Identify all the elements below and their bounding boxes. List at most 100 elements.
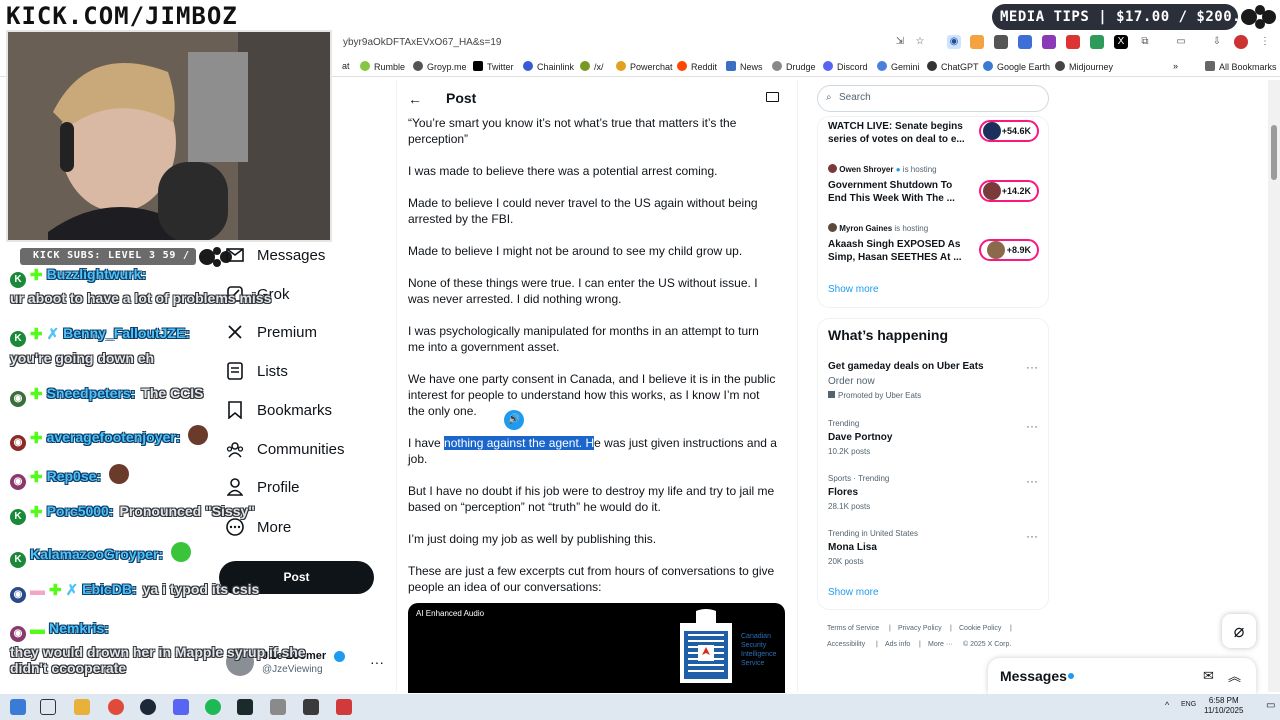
chatgpt-icon (927, 61, 937, 71)
task-view-icon[interactable] (40, 699, 56, 715)
back-arrow-icon[interactable]: ← (408, 91, 422, 107)
file-explorer-icon[interactable] (74, 699, 90, 715)
footer-link[interactable]: Cookie Policy (959, 625, 1001, 632)
stream-url: KICK.COM/JIMBOZ (6, 2, 238, 30)
live-title[interactable]: WATCH LIVE: Senate begins series of vote… (828, 120, 968, 146)
communities-icon (226, 440, 244, 458)
bookmark-item[interactable]: Google Earth (983, 61, 1050, 72)
language-indicator[interactable]: ENG (1181, 701, 1196, 708)
bookmark-item[interactable]: Gemini (877, 61, 920, 72)
sidepanel-icon[interactable]: ▭ (1174, 35, 1188, 49)
account-menu-icon[interactable]: ··· (370, 654, 384, 670)
bookmark-item[interactable]: Powerchat (616, 61, 673, 72)
compose-message-icon[interactable]: ✉ (1203, 668, 1214, 684)
bookmark-item[interactable]: Drudge (772, 61, 816, 72)
menu-icon[interactable]: ⋮ (1258, 35, 1272, 49)
trend-posts: 20K posts (828, 557, 864, 566)
footer-link[interactable]: More ··· (928, 641, 953, 648)
sidebar-item-messages[interactable]: Messages (226, 242, 325, 268)
more-icon[interactable]: ··· (1026, 474, 1038, 488)
extension-icon[interactable] (1090, 35, 1104, 49)
sidebar-item-profile[interactable]: Profile (226, 474, 300, 500)
bookmark-item[interactable]: Rumble (360, 61, 405, 72)
x-logo-icon (226, 323, 244, 341)
taskbar (0, 694, 1280, 720)
footer-link[interactable]: Privacy Policy (898, 625, 942, 632)
extension-icon[interactable] (1042, 35, 1056, 49)
chat-message: ◉ ▬ Nemkris: (10, 620, 109, 642)
live-title[interactable]: Government Shutdown To End This Week Wit… (828, 179, 968, 205)
bookmark-item[interactable]: All Bookmarks (1205, 61, 1277, 72)
steam-icon[interactable] (140, 699, 156, 715)
chat-message-text: ur aboot to have a lot of problems miss (10, 290, 272, 306)
more-icon[interactable]: ··· (1026, 360, 1038, 374)
tray-chevron-icon[interactable]: ^ (1165, 700, 1169, 710)
promo-title[interactable]: Get gameday deals on Uber Eats (828, 361, 984, 372)
sidebar-item-lists[interactable]: Lists (226, 358, 288, 384)
chevron-up-icon[interactable]: ︽ (1228, 666, 1241, 685)
live-title[interactable]: Akaash Singh EXPOSED As Simp, Hasan SEET… (828, 238, 968, 264)
trend-name[interactable]: Mona Lisa (828, 542, 877, 553)
footer-link[interactable]: Ads info (885, 641, 910, 648)
extension-icon[interactable] (1018, 35, 1032, 49)
sub-badge-icon: ✚ (30, 430, 43, 447)
bookmark-item[interactable]: /x/ (580, 61, 604, 72)
trend-posts: 10.2K posts (828, 447, 871, 456)
bookmark-item[interactable]: Reddit (677, 61, 717, 72)
bookmark-item[interactable]: News (726, 61, 763, 72)
star-icon[interactable]: ☆ (913, 35, 927, 49)
sidebar-item-premium[interactable]: Premium (226, 319, 317, 345)
x-extension-icon[interactable]: X (1114, 35, 1128, 49)
metamask-icon[interactable] (970, 35, 984, 49)
avatar[interactable] (1234, 35, 1248, 49)
bookmark-item[interactable]: Midjourney (1055, 61, 1113, 72)
puzzle-icon[interactable]: ⧉ (1138, 35, 1152, 49)
bookmark-item[interactable]: ChatGPT (927, 61, 979, 72)
install-icon[interactable]: ⇲ (893, 35, 907, 49)
url-field[interactable]: ybyr9aOkDFTAxEVxO67_HA&s=19 (343, 37, 502, 48)
trend-name[interactable]: Dave Portnoy (828, 432, 892, 443)
footer-divider: | (1010, 625, 1012, 632)
chevron-right-icon[interactable]: » (1173, 61, 1178, 71)
badge-icon: ◉ (10, 474, 26, 490)
app-icon[interactable] (237, 699, 253, 715)
bookmark-item[interactable]: at (342, 61, 350, 71)
bookmark-item[interactable]: Groyp.me (413, 61, 467, 72)
bookmark-icon (226, 401, 244, 419)
sword-icon: ✗ (65, 582, 79, 599)
extension-icon[interactable]: ◉ (947, 35, 961, 49)
discord-icon[interactable] (173, 699, 189, 715)
bookmark-item[interactable]: Twitter (473, 61, 514, 72)
app-icon[interactable] (270, 699, 286, 715)
powerchat-icon (616, 61, 626, 71)
footer-link[interactable]: Accessibility (827, 641, 865, 648)
app-icon[interactable] (336, 699, 352, 715)
extension-icon[interactable] (1066, 35, 1080, 49)
post-paragraph: These are just a few excerpts cut from h… (408, 564, 775, 594)
sidebar-item-bookmarks[interactable]: Bookmarks (226, 397, 332, 423)
mail-icon (226, 246, 244, 264)
speaker-icon[interactable]: 🔊 (504, 410, 524, 430)
grok-icon: ⌀ (1233, 621, 1245, 641)
show-more-link[interactable]: Show more (828, 587, 879, 598)
grok-float-button[interactable]: ⌀ (1222, 614, 1256, 648)
reader-icon[interactable] (766, 92, 779, 102)
extension-icon[interactable] (994, 35, 1008, 49)
sidebar-item-communities[interactable]: Communities (226, 436, 345, 462)
bookmark-item[interactable]: Discord (823, 61, 868, 72)
clock[interactable]: 6:58 PM 11/10/2025 (1204, 696, 1243, 716)
more-icon[interactable]: ··· (1026, 529, 1038, 543)
chrome-icon[interactable] (108, 699, 124, 715)
sidebar-item-label: Lists (257, 362, 288, 380)
bookmark-item[interactable]: Chainlink (523, 61, 574, 72)
show-more-link[interactable]: Show more (828, 284, 879, 295)
more-icon[interactable]: ··· (1026, 419, 1038, 433)
notification-icon[interactable]: ▭ (1266, 700, 1275, 711)
download-icon[interactable]: ⇩ (1210, 35, 1224, 49)
spotify-icon[interactable] (205, 699, 221, 715)
trend-name[interactable]: Flores (828, 487, 858, 498)
windows-start-icon[interactable] (10, 699, 26, 715)
footer-link[interactable]: Terms of Service (827, 625, 879, 632)
app-icon[interactable] (303, 699, 319, 715)
scrollbar-thumb[interactable] (1271, 125, 1277, 180)
